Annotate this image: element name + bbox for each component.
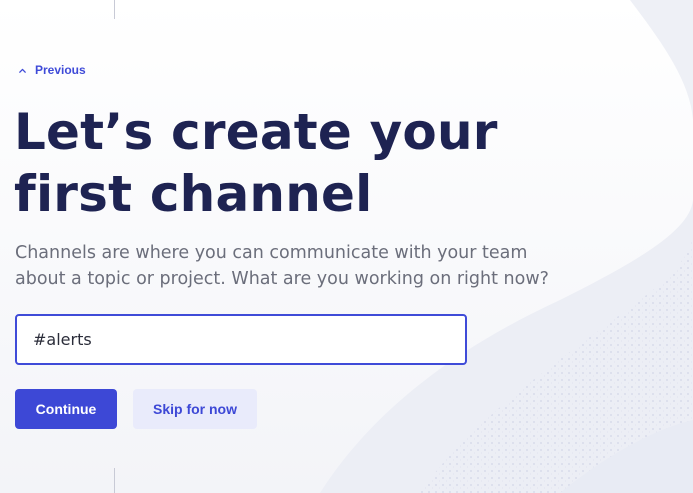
page-title: Let’s create your first channel (14, 103, 498, 223)
skip-for-now-button[interactable]: Skip for now (133, 389, 257, 429)
divider-line-top (114, 0, 115, 19)
chevron-up-icon (19, 68, 26, 73)
previous-link[interactable]: Previous (19, 63, 86, 77)
divider-line-bottom (114, 468, 115, 493)
continue-button[interactable]: Continue (15, 389, 117, 429)
channel-name-input[interactable] (15, 314, 467, 365)
page-description: Channels are where you can communicate w… (15, 243, 549, 289)
previous-label: Previous (35, 63, 86, 77)
